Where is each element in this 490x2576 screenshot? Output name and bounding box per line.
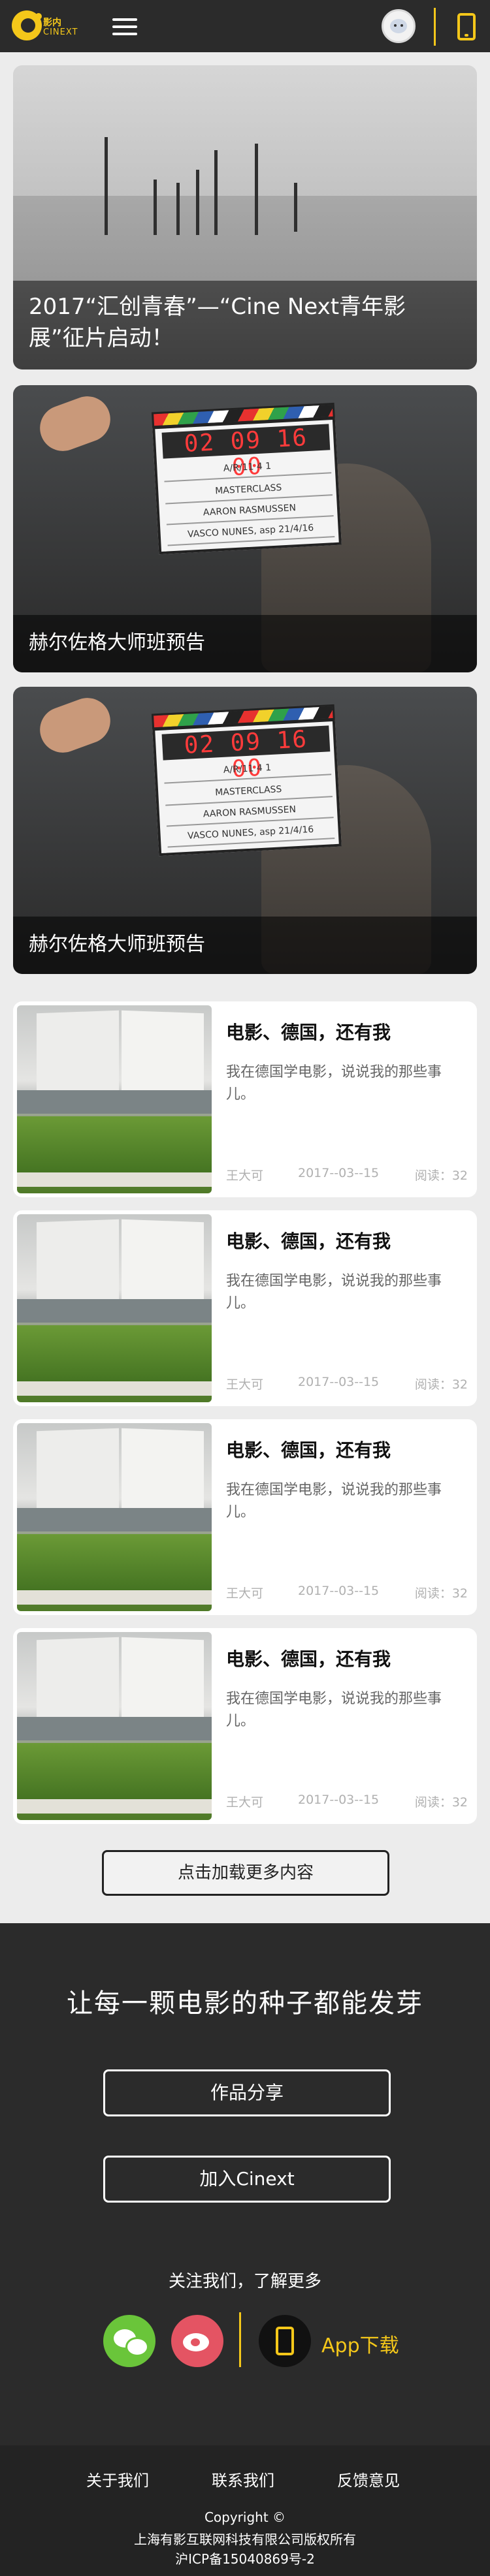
article-card[interactable]: 电影、德国，还有我 我在德国学电影，说说我的那些事儿。 王大可 2017--03… [13,1210,477,1406]
article-title: 电影、德国，还有我 [226,1439,391,1461]
article-date: 2017--03--15 [298,1793,380,1807]
hero-card-herzog-masterclass[interactable]: 02 09 16 00 A/R/11 4 1 MASTERCLASS AARON… [13,385,477,672]
hero-card-herzog-masterclass[interactable]: 02 09 16 00 A/R/11 4 1 MASTERCLASS AARON… [13,687,477,974]
footer-slogan: 让每一颗电影的种子都能发芽 [67,1988,423,2018]
article-reads: 阅读：32 [414,1586,468,1601]
cinext-logo[interactable]: 影内 CINEXT [12,9,77,43]
article-date: 2017--03--15 [298,1584,380,1598]
article-card[interactable]: 电影、德国，还有我 我在德国学电影，说说我的那些事儿。 王大可 2017--03… [13,1628,477,1824]
article-author: 王大可 [226,1377,264,1392]
hero-image-hand [33,390,117,458]
article-date: 2017--03--15 [298,1166,380,1180]
logo-dot [35,13,42,20]
menu-icon[interactable] [112,17,139,37]
article-title: 电影、德国，还有我 [226,1022,391,1043]
article-reads: 阅读：32 [414,1795,468,1810]
article-thumbnail [17,1423,212,1611]
join-cinext-button[interactable]: 加入Cinext [103,2156,391,2203]
hero-card-youth-film[interactable]: 2017“汇创青春”—“Cine Next青年影展”征片启动！ [13,65,477,369]
footer-divider [239,2312,241,2367]
article-author: 王大可 [226,1795,264,1810]
article-card[interactable]: 电影、德国，还有我 我在德国学电影，说说我的那些事儿。 王大可 2017--03… [13,1419,477,1615]
icp-number: 沪ICP备15040869号-2 [175,2551,315,2567]
weibo-icon[interactable] [171,2315,223,2367]
share-work-button[interactable]: 作品分享 [103,2069,391,2116]
hero-image-hand [33,691,117,759]
article-desc: 我在德国学电影，说说我的那些事儿。 [226,1064,442,1103]
follow-text: 关注我们，了解更多 [168,2272,321,2291]
company-name: 上海有影互联网科技有限公司版权所有 [134,2532,356,2547]
phone-icon[interactable] [457,13,476,40]
article-thumbnail [17,1005,212,1193]
header-divider [434,8,436,46]
clapperboard-icon: 02 09 16 00 A/R/11 4 1 MASTERCLASS AARON… [151,402,342,555]
article-reads: 阅读：32 [414,1169,468,1183]
article-date: 2017--03--15 [298,1375,380,1389]
article-reads: 阅读：32 [414,1377,468,1392]
bottom-bar: 关于我们 联系我们 反馈意见 Copyright © 上海有影互联网科技有限公司… [0,2445,490,2576]
logo-text-en: CINEXT [43,27,78,37]
wechat-icon[interactable] [103,2315,155,2367]
article-desc: 我在德国学电影，说说我的那些事儿。 [226,1691,442,1729]
about-us-link[interactable]: 关于我们 [86,2468,149,2490]
feedback-link[interactable]: 反馈意见 [337,2468,400,2490]
hero-image-sea [13,137,477,281]
avatar[interactable] [382,9,416,43]
hero-caption: 赫尔佐格大师班预告 [13,917,477,974]
article-title: 电影、德国，还有我 [226,1648,391,1670]
clapperboard-icon: 02 09 16 00 A/R/11 4 1 MASTERCLASS AARON… [151,704,342,856]
copyright: Copyright © [204,2509,286,2525]
contact-us-link[interactable]: 联系我们 [212,2468,274,2490]
footer: 让每一颗电影的种子都能发芽 作品分享 加入Cinext 关注我们，了解更多 Ap… [0,1923,490,2445]
app-download-label: App下载 [321,2334,399,2357]
top-header: 影内 CINEXT [0,0,490,52]
article-desc: 我在德国学电影，说说我的那些事儿。 [226,1482,442,1520]
article-thumbnail [17,1214,212,1402]
article-desc: 我在德国学电影，说说我的那些事儿。 [226,1273,442,1312]
load-more-button[interactable]: 点击加载更多内容 [102,1850,389,1896]
logo-text-cn: 影内 [43,18,61,28]
hero-caption: 2017“汇创青春”—“Cine Next青年影展”征片启动！ [13,281,477,369]
article-author: 王大可 [226,1586,264,1601]
article-card[interactable]: 电影、德国，还有我 我在德国学电影，说说我的那些事儿。 王大可 2017--03… [13,1001,477,1197]
article-title: 电影、德国，还有我 [226,1231,391,1252]
app-phone-icon [259,2315,311,2367]
article-author: 王大可 [226,1169,264,1183]
article-thumbnail [17,1632,212,1820]
hero-caption: 赫尔佐格大师班预告 [13,615,477,672]
app-download-link[interactable]: App下载 [259,2315,402,2367]
